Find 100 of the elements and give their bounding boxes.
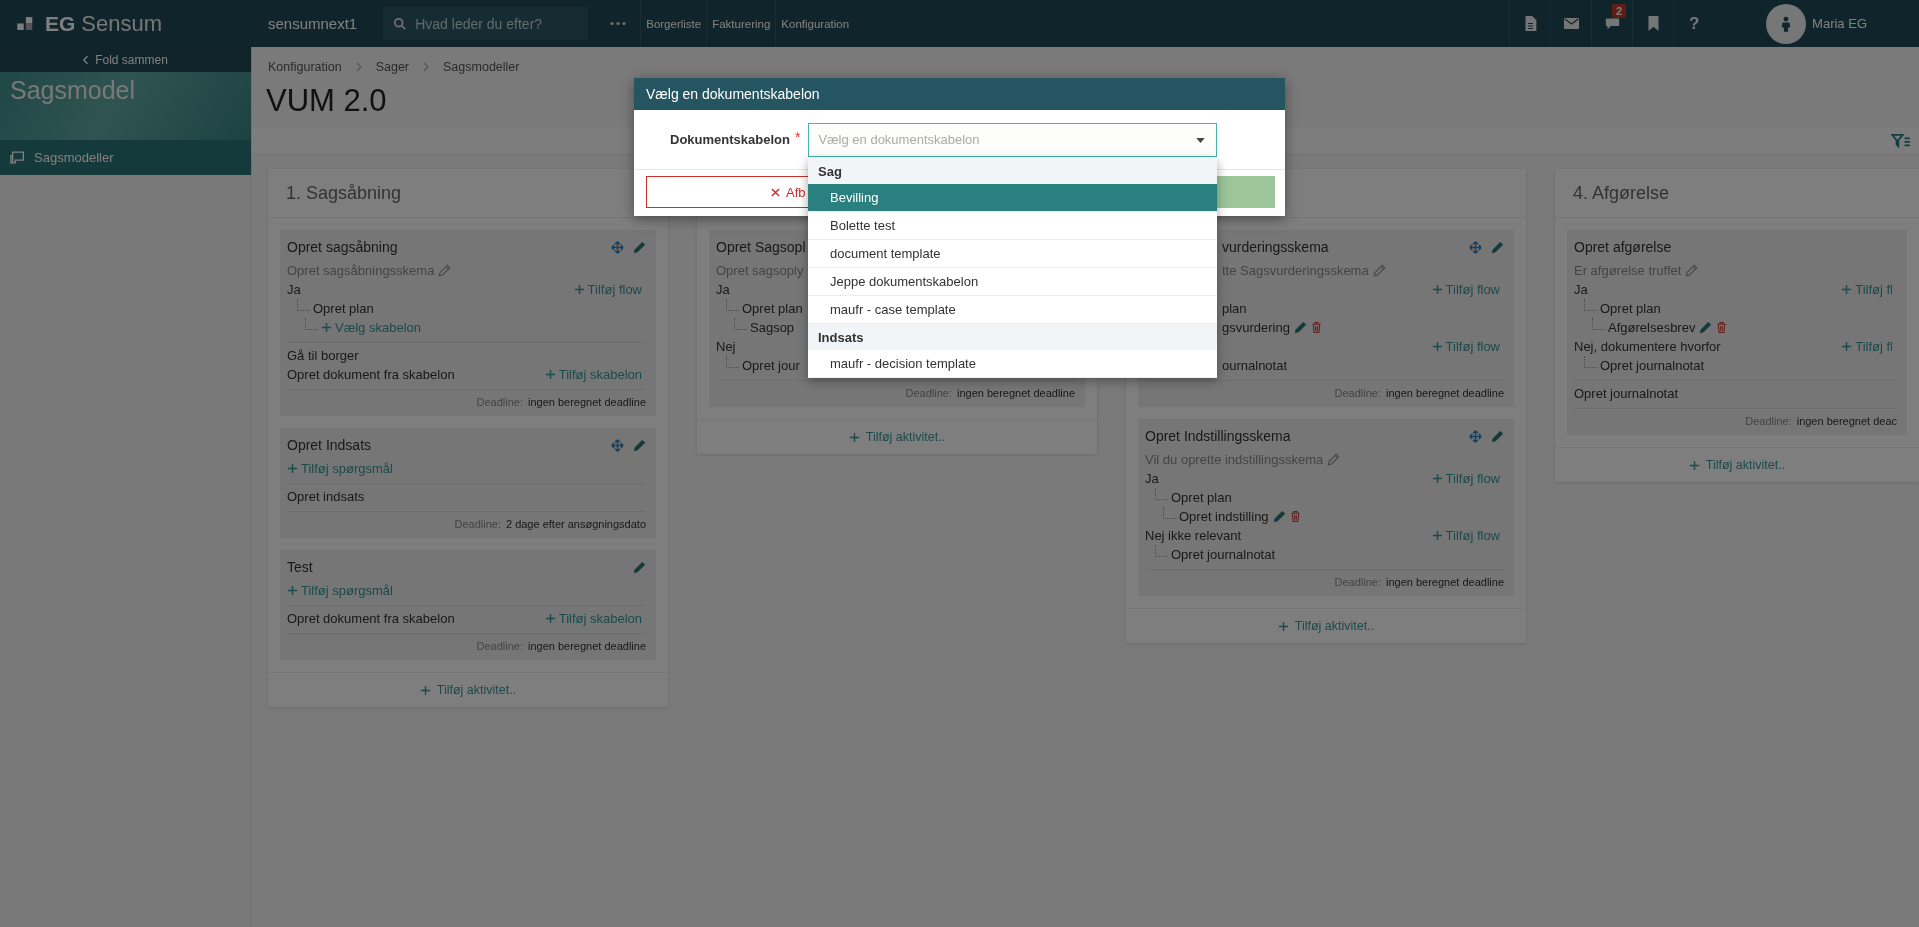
deadline-value: ingen beregnet deadline xyxy=(1385,576,1504,588)
pencil-icon[interactable] xyxy=(1685,264,1699,277)
dropdown-option[interactable]: Jeppe dokumentskabelon xyxy=(808,268,1217,296)
add-activity-button[interactable]: Tilføj aktivitet.. xyxy=(1126,608,1526,643)
avatar[interactable] xyxy=(1766,3,1807,44)
pencil-icon[interactable] xyxy=(438,264,452,277)
trash-icon[interactable] xyxy=(1288,510,1302,523)
nav-link[interactable]: Konfiguration xyxy=(775,0,855,47)
required-mark: * xyxy=(794,128,801,145)
collapse-button[interactable]: Fold sammen xyxy=(0,47,251,72)
move-icon[interactable] xyxy=(611,438,624,452)
dropdown-option[interactable]: Bolette test xyxy=(808,212,1217,240)
column-title: 4. Afgørelse xyxy=(1573,182,1670,204)
add-flow-link[interactable]: Tilføj flow xyxy=(573,280,646,299)
tree-item: Opret indstilling xyxy=(1179,508,1269,526)
help-button[interactable]: ? xyxy=(1688,13,1700,34)
pencil-icon[interactable] xyxy=(1327,453,1341,466)
card-title: Test xyxy=(287,559,313,575)
plus-icon xyxy=(1431,530,1443,541)
move-icon[interactable] xyxy=(1469,240,1482,254)
plus-icon xyxy=(848,431,860,443)
plus-icon xyxy=(544,613,556,624)
add-activity-button[interactable]: Tilføj aktivitet.. xyxy=(268,672,668,707)
breadcrumb-link[interactable]: Sager xyxy=(375,60,410,74)
tree-item: Sagsop xyxy=(750,319,795,337)
tree-connector xyxy=(1584,299,1597,311)
caret-icon xyxy=(1196,137,1206,143)
pencil-icon[interactable] xyxy=(1699,321,1713,334)
trash-icon[interactable] xyxy=(1309,321,1323,334)
pencil-icon[interactable] xyxy=(1372,264,1386,277)
template-select[interactable]: Vælg en dokumentskabelon xyxy=(808,122,1218,157)
card-title: Opret Sagsopl xyxy=(716,239,806,255)
step-text: Opret dokument fra skabelon xyxy=(287,366,455,384)
option-group-label: Sag xyxy=(808,158,1217,184)
logo-text: Sensum xyxy=(81,10,163,37)
dropdown-option[interactable]: document template xyxy=(808,240,1217,268)
plus-icon xyxy=(321,322,332,333)
tree-item: Opret plan xyxy=(1171,489,1232,507)
mail-icon[interactable] xyxy=(1563,16,1579,31)
dropdown-option[interactable]: Bevilling xyxy=(808,184,1217,212)
choose-template-link[interactable]: Vælg skabelon xyxy=(321,318,421,337)
sidebar-item[interactable]: Sagsmodeller xyxy=(0,140,251,175)
tree-connector xyxy=(1155,488,1168,500)
dropdown-option[interactable]: maufr - decision template xyxy=(808,350,1217,378)
card-title: Opret Indsats xyxy=(287,437,372,453)
chat-icon[interactable] xyxy=(1604,16,1620,31)
tree-connector xyxy=(305,318,318,330)
close-icon xyxy=(771,187,780,197)
plus-icon xyxy=(1431,284,1443,295)
add-flow-link[interactable]: Tilføj flow xyxy=(1431,337,1504,356)
plus-icon xyxy=(419,684,431,696)
nav-link[interactable]: Fakturering xyxy=(706,0,776,47)
pencil-icon[interactable] xyxy=(1491,240,1504,254)
nav-link[interactable]: Borgerliste xyxy=(640,0,707,47)
tree-item: Afgørelsesbrev xyxy=(1608,319,1696,337)
move-icon[interactable] xyxy=(611,240,624,254)
add-question-link[interactable]: Tilføj spørgsmål xyxy=(287,581,393,600)
add-template-link[interactable]: Tilføj skabelon xyxy=(544,365,646,384)
add-flow-link[interactable]: Tilføj flow xyxy=(1431,526,1504,545)
tree-connector xyxy=(1592,318,1605,330)
breadcrumb-link[interactable]: Sagsmodeller xyxy=(443,60,520,74)
more-icon[interactable] xyxy=(610,21,627,26)
filter-icon[interactable] xyxy=(1891,132,1911,149)
add-template-link[interactable]: Tilføj skabelon xyxy=(544,609,646,628)
step-text: Gå til borger xyxy=(287,347,359,365)
trash-icon[interactable] xyxy=(1715,321,1729,334)
add-flow-link[interactable]: Tilføj flow xyxy=(1431,469,1504,488)
answer-option: Nej xyxy=(716,337,736,356)
add-question-link[interactable]: Tilføj spørgsmål xyxy=(287,459,393,478)
add-activity-button[interactable]: Tilføj aktivitet.. xyxy=(697,419,1097,454)
tree-item: Opret plan xyxy=(742,300,803,318)
move-icon[interactable] xyxy=(1469,429,1482,443)
deadline-value: 2 dage efter ansøgningsdato xyxy=(505,518,646,530)
pencil-icon[interactable] xyxy=(1491,429,1504,443)
banner-title: Sagsmodel xyxy=(10,76,136,104)
pencil-icon[interactable] xyxy=(633,240,646,254)
dialog-title: Vælg en dokumentskabelon xyxy=(634,78,1285,110)
card-title: Opret sagsåbning xyxy=(287,239,398,255)
column-title: 1. Sagsåbning xyxy=(286,182,402,204)
tree-connector xyxy=(1155,545,1168,557)
add-flow-link[interactable]: Tilføj flow xyxy=(1431,280,1504,299)
pencil-icon[interactable] xyxy=(633,438,646,452)
page-title: VUM 2.0 xyxy=(266,83,387,120)
list-icon xyxy=(10,151,26,164)
breadcrumb-link[interactable]: Konfiguration xyxy=(268,60,342,74)
search-field[interactable]: Hvad leder du efter? xyxy=(383,7,589,40)
tree-item: plan xyxy=(1222,300,1247,318)
pencil-icon[interactable] xyxy=(1293,321,1307,334)
card-title: Opret afgørelse xyxy=(1574,239,1672,255)
add-flow-link[interactable]: Tilføj fl xyxy=(1841,280,1897,299)
tree-item: Opret plan xyxy=(313,300,374,318)
tree-item: gsvurdering xyxy=(1222,319,1290,337)
answer-option: Nej, dokumentere hvorfor xyxy=(1574,337,1721,356)
add-flow-link[interactable]: Tilføj fl xyxy=(1841,337,1897,356)
pencil-icon[interactable] xyxy=(633,560,646,574)
plus-icon xyxy=(544,369,556,380)
pencil-icon[interactable] xyxy=(1272,510,1286,523)
user-name[interactable]: Maria EG xyxy=(1812,16,1867,31)
card-title: vurderingsskema xyxy=(1222,239,1329,255)
add-activity-button[interactable]: Tilføj aktivitet.. xyxy=(1555,447,1919,482)
